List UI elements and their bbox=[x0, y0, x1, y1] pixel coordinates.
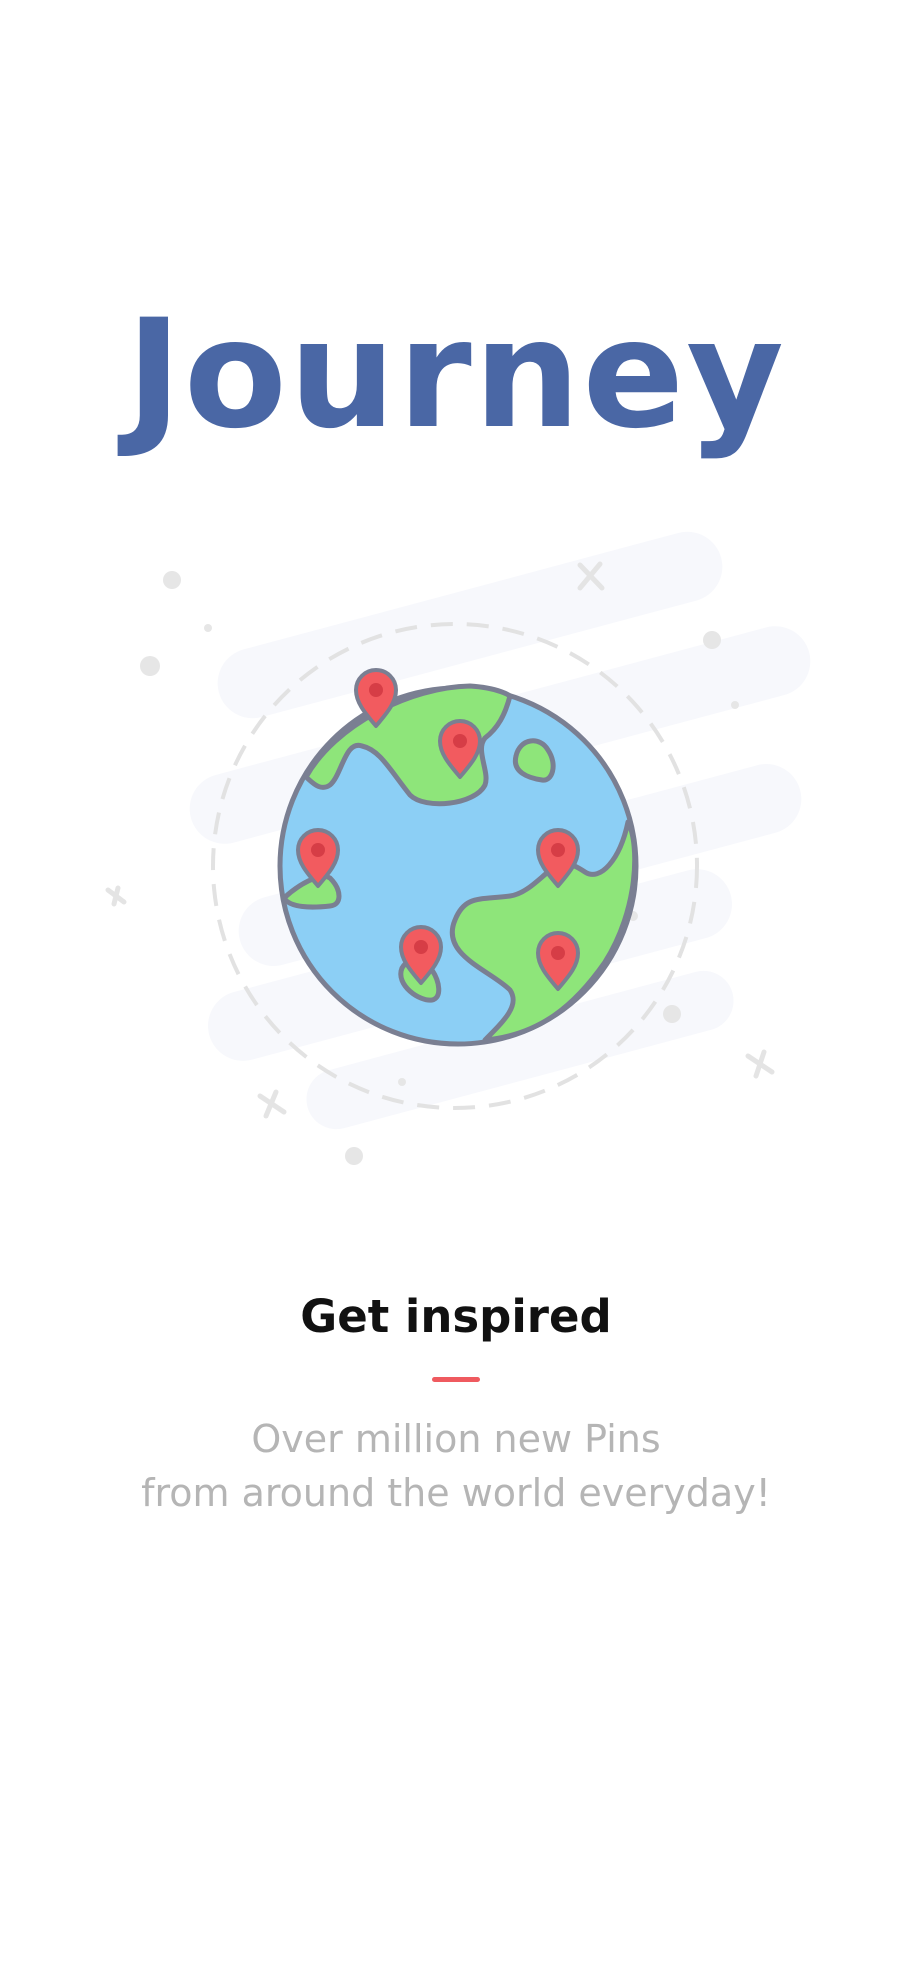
onboarding-subtitle: Over million new Pins from around the wo… bbox=[0, 1412, 912, 1520]
globe-illustration bbox=[80, 500, 860, 1200]
onboarding-headline: Get inspired bbox=[300, 1290, 612, 1343]
app-title: Journey bbox=[126, 288, 786, 462]
subtitle-line-2: from around the world everyday! bbox=[141, 1471, 771, 1515]
accent-divider bbox=[432, 1377, 480, 1382]
globe-with-location-pins-icon bbox=[105, 531, 811, 1165]
subtitle-line-1: Over million new Pins bbox=[251, 1417, 661, 1461]
